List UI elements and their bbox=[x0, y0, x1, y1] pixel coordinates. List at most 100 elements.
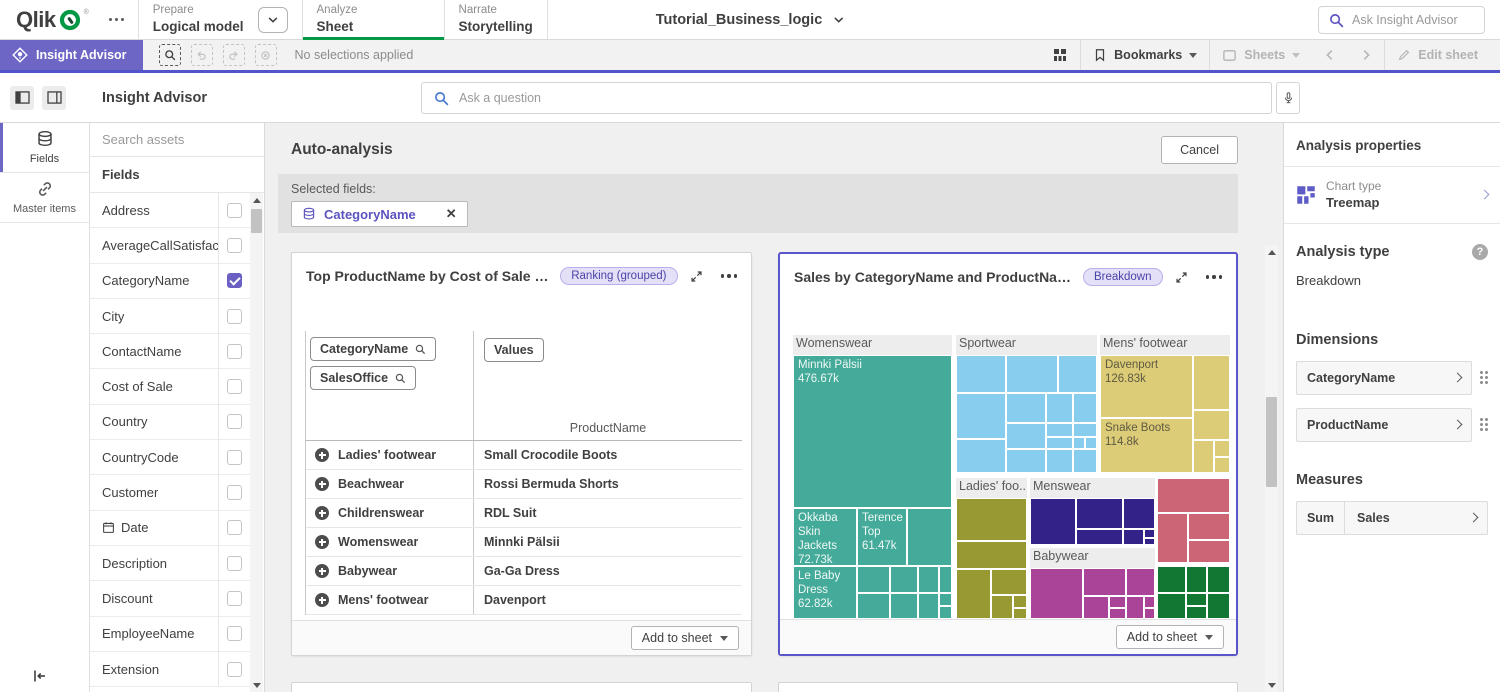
microphone-button[interactable] bbox=[1276, 82, 1300, 114]
pivot-dim-categoryname[interactable]: CategoryName bbox=[310, 337, 436, 361]
search-assets-input[interactable]: Search assets bbox=[90, 123, 264, 157]
step-back-button[interactable] bbox=[191, 44, 213, 66]
next-chart-card[interactable] bbox=[291, 682, 752, 692]
category-cell[interactable]: Womenswear bbox=[306, 528, 474, 556]
remove-field-icon[interactable]: ✕ bbox=[446, 206, 457, 222]
category-cell[interactable]: Ladies' footwear bbox=[306, 441, 474, 469]
treemap-cell[interactable] bbox=[857, 593, 890, 619]
treemap-cell[interactable] bbox=[1006, 423, 1046, 449]
nav-analyze[interactable]: Analyze Sheet bbox=[303, 0, 444, 39]
dimension-row-categoryname[interactable]: CategoryName bbox=[1296, 361, 1472, 395]
field-row[interactable]: Extension bbox=[90, 652, 250, 687]
bookmarks-button[interactable]: Bookmarks bbox=[1081, 40, 1209, 70]
pivot-values-header[interactable]: Values bbox=[484, 338, 544, 362]
treemap-cell[interactable] bbox=[1046, 423, 1073, 437]
scroll-up-arrow[interactable] bbox=[250, 193, 263, 207]
prepare-dropdown-button[interactable] bbox=[258, 7, 288, 33]
field-checkbox[interactable] bbox=[227, 662, 242, 677]
treemap-cell[interactable] bbox=[1188, 513, 1230, 540]
assets-scrollbar[interactable] bbox=[250, 193, 263, 692]
expand-plus-icon[interactable] bbox=[315, 535, 329, 549]
treemap-cell[interactable] bbox=[1046, 393, 1073, 423]
treemap-cell[interactable] bbox=[1046, 437, 1073, 449]
treemap-cell[interactable] bbox=[939, 593, 952, 606]
category-cell[interactable]: Childrenswear bbox=[306, 499, 474, 527]
treemap-chart[interactable]: WomenswearMinnki Pälsii476.67kOkkaba Ski… bbox=[793, 335, 1230, 619]
treemap-cell[interactable] bbox=[956, 498, 1027, 541]
treemap-cell[interactable] bbox=[1207, 566, 1230, 593]
qlik-logo[interactable]: Qlik ® bbox=[0, 0, 95, 39]
field-checkbox[interactable] bbox=[227, 273, 242, 288]
expand-plus-icon[interactable] bbox=[315, 506, 329, 520]
treemap-cell[interactable]: Okkaba Skin Jackets72.73k bbox=[793, 508, 857, 566]
category-cell[interactable]: Babywear bbox=[306, 557, 474, 585]
treemap-cell[interactable] bbox=[1076, 529, 1123, 545]
main-scrollbar[interactable] bbox=[1265, 245, 1278, 692]
treemap-cell[interactable] bbox=[1186, 593, 1207, 606]
field-row[interactable]: Discount bbox=[90, 581, 250, 616]
field-row[interactable]: Country bbox=[90, 405, 250, 440]
table-row[interactable]: BabywearGa-Ga Dress bbox=[306, 557, 742, 586]
treemap-cell[interactable] bbox=[1144, 529, 1155, 538]
drag-handle-icon[interactable] bbox=[1480, 418, 1488, 431]
selected-field-chip[interactable]: CategoryName ✕ bbox=[291, 201, 468, 227]
add-to-sheet-button[interactable]: Add to sheet bbox=[1116, 625, 1224, 649]
treemap-cell[interactable] bbox=[991, 595, 1013, 619]
treemap-cell[interactable] bbox=[1058, 355, 1097, 393]
treemap-cell[interactable] bbox=[1006, 449, 1046, 473]
treemap-cell[interactable] bbox=[956, 541, 1027, 569]
tab-fields[interactable]: Fields bbox=[0, 123, 89, 173]
treemap-cell[interactable] bbox=[1073, 437, 1085, 449]
treemap-cell[interactable] bbox=[1073, 449, 1097, 473]
scrollbar-thumb[interactable] bbox=[1266, 397, 1277, 487]
treemap-cell[interactable] bbox=[1109, 596, 1126, 608]
table-row[interactable]: Ladies' footwearSmall Crocodile Boots bbox=[306, 441, 742, 470]
treemap-cell[interactable] bbox=[956, 439, 1006, 473]
field-row[interactable]: City bbox=[90, 299, 250, 334]
treemap-cell[interactable]: Minnki Pälsii476.67k bbox=[793, 355, 952, 508]
treemap-cell[interactable] bbox=[1126, 568, 1155, 596]
sheet-overview-button[interactable] bbox=[1040, 40, 1080, 70]
table-row[interactable]: WomenswearMinnki Pälsii bbox=[306, 528, 742, 557]
field-checkbox[interactable] bbox=[227, 238, 242, 253]
previous-sheet-button[interactable] bbox=[1312, 40, 1348, 70]
category-cell[interactable]: Beachwear bbox=[306, 470, 474, 498]
chart-type-row[interactable]: Chart type Treemap bbox=[1284, 167, 1500, 224]
treemap-cell[interactable] bbox=[1083, 568, 1126, 596]
edit-sheet-button[interactable]: Edit sheet bbox=[1385, 40, 1490, 70]
field-row[interactable]: Date bbox=[90, 511, 250, 546]
app-title-dropdown[interactable]: Tutorial_Business_logic bbox=[656, 0, 845, 40]
chart-more-menu-button[interactable] bbox=[719, 272, 740, 280]
next-sheet-button[interactable] bbox=[1348, 40, 1384, 70]
global-menu-button[interactable] bbox=[95, 0, 138, 39]
treemap-cell[interactable] bbox=[991, 569, 1027, 595]
treemap-cell[interactable] bbox=[1188, 540, 1230, 563]
treemap-cell[interactable] bbox=[956, 569, 991, 619]
expand-chart-button[interactable] bbox=[688, 268, 705, 285]
treemap-cell[interactable] bbox=[1006, 355, 1058, 393]
table-row[interactable]: BeachwearRossi Bermuda Shorts bbox=[306, 470, 742, 499]
expand-plus-icon[interactable] bbox=[315, 593, 329, 607]
treemap-cell[interactable] bbox=[1085, 437, 1097, 449]
toggle-right-panel-button[interactable] bbox=[42, 86, 66, 110]
add-to-sheet-button[interactable]: Add to sheet bbox=[631, 626, 739, 650]
treemap-chart-card[interactable]: Sales by CategoryName and ProductName Br… bbox=[778, 252, 1238, 656]
help-icon[interactable] bbox=[1472, 244, 1488, 260]
treemap-cell[interactable] bbox=[939, 606, 952, 619]
field-checkbox[interactable] bbox=[227, 520, 242, 535]
pivot-dim-salesoffice[interactable]: SalesOffice bbox=[310, 366, 416, 390]
field-checkbox[interactable] bbox=[227, 414, 242, 429]
treemap-cell[interactable] bbox=[1083, 596, 1109, 619]
treemap-cell[interactable] bbox=[956, 355, 1006, 393]
scroll-down-arrow[interactable] bbox=[1265, 678, 1278, 692]
treemap-cell[interactable] bbox=[1144, 596, 1155, 608]
smart-search-button[interactable] bbox=[159, 44, 181, 66]
field-row[interactable]: AverageCallSatisfac... bbox=[90, 228, 250, 263]
treemap-cell[interactable] bbox=[1207, 593, 1230, 619]
treemap-cell[interactable] bbox=[1013, 595, 1027, 608]
expand-plus-icon[interactable] bbox=[315, 564, 329, 578]
treemap-cell[interactable] bbox=[1157, 478, 1230, 513]
treemap-cell[interactable] bbox=[1144, 608, 1155, 619]
treemap-cell[interactable] bbox=[1076, 498, 1123, 529]
expand-plus-icon[interactable] bbox=[315, 477, 329, 491]
